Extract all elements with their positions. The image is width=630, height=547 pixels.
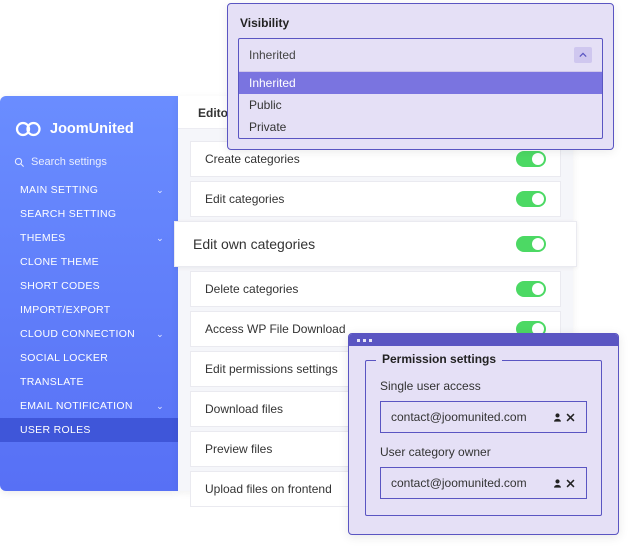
visibility-title: Visibility bbox=[238, 12, 603, 38]
single-user-value: contact@joomunited.com bbox=[391, 410, 527, 424]
owner-value: contact@joomunited.com bbox=[391, 476, 527, 490]
sidebar-item-clone-theme[interactable]: CLONE THEME bbox=[0, 250, 178, 274]
sidebar-item-label: THEMES bbox=[20, 232, 66, 244]
sidebar-item-label: CLOUD CONNECTION bbox=[20, 328, 135, 340]
visibility-option[interactable]: Inherited bbox=[239, 72, 602, 94]
permission-row: Edit own categories bbox=[174, 221, 577, 267]
sidebar-item-translate[interactable]: TRANSLATE bbox=[0, 370, 178, 394]
chevron-down-icon: ⌄ bbox=[156, 329, 164, 340]
sidebar-item-label: USER ROLES bbox=[20, 424, 91, 436]
dropdown-toggle-icon[interactable] bbox=[574, 47, 592, 63]
search-settings[interactable]: Search settings bbox=[0, 152, 178, 178]
sidebar-nav: MAIN SETTING ⌄ SEARCH SETTING THEMES ⌄ CLONE … bbox=[0, 178, 178, 442]
search-placeholder: Search settings bbox=[31, 156, 107, 168]
single-user-input[interactable]: contact@joomunited.com bbox=[380, 401, 587, 433]
permission-settings-panel: Permission settings Single user access c… bbox=[348, 333, 619, 535]
permission-label: Upload files on frontend bbox=[205, 482, 332, 496]
sidebar-item-label: MAIN SETTING bbox=[20, 184, 98, 196]
visibility-select[interactable]: Inherited InheritedPublicPrivate bbox=[238, 38, 603, 139]
permission-settings-legend: Permission settings bbox=[376, 352, 502, 366]
settings-sidebar: JoomUnited Search settings MAIN SETTING ⌄… bbox=[0, 96, 178, 491]
user-icon[interactable] bbox=[552, 412, 563, 423]
sidebar-item-cloud-connection[interactable]: CLOUD CONNECTION ⌄ bbox=[0, 322, 178, 346]
permission-toggle[interactable] bbox=[516, 191, 546, 207]
single-user-actions bbox=[552, 412, 576, 423]
sidebar-item-label: SHORT CODES bbox=[20, 280, 100, 292]
sidebar-item-email-notification[interactable]: EMAIL NOTIFICATION ⌄ bbox=[0, 394, 178, 418]
permission-label: Edit own categories bbox=[193, 236, 315, 252]
visibility-selected[interactable]: Inherited bbox=[239, 39, 602, 71]
owner-input[interactable]: contact@joomunited.com bbox=[380, 467, 587, 499]
close-icon[interactable] bbox=[565, 478, 576, 489]
permission-label: Delete categories bbox=[205, 282, 298, 296]
owner-label: User category owner bbox=[380, 445, 587, 459]
close-icon[interactable] bbox=[565, 412, 576, 423]
permission-label: Access WP File Download bbox=[205, 322, 346, 336]
owner-actions bbox=[552, 478, 576, 489]
sidebar-item-import-export[interactable]: IMPORT/EXPORT bbox=[0, 298, 178, 322]
chevron-down-icon: ⌄ bbox=[156, 233, 164, 244]
brand-text: JoomUnited bbox=[50, 121, 134, 137]
chevron-down-icon: ⌄ bbox=[156, 401, 164, 412]
sidebar-item-label: CLONE THEME bbox=[20, 256, 99, 268]
permission-row: Edit categories bbox=[190, 181, 561, 217]
sidebar-item-themes[interactable]: THEMES ⌄ bbox=[0, 226, 178, 250]
brand-icon bbox=[14, 118, 44, 140]
permission-label: Edit permissions settings bbox=[205, 362, 338, 376]
permission-label: Edit categories bbox=[205, 192, 284, 206]
sidebar-item-short-codes[interactable]: SHORT CODES bbox=[0, 274, 178, 298]
sidebar-item-label: EMAIL NOTIFICATION bbox=[20, 400, 133, 412]
sidebar-item-search-setting[interactable]: SEARCH SETTING bbox=[0, 202, 178, 226]
permission-settings-fieldset: Permission settings Single user access c… bbox=[365, 360, 602, 516]
sidebar-item-label: TRANSLATE bbox=[20, 376, 84, 388]
sidebar-item-label: SOCIAL LOCKER bbox=[20, 352, 108, 364]
sidebar-item-label: IMPORT/EXPORT bbox=[20, 304, 110, 316]
visibility-panel: Visibility Inherited InheritedPublicPriv… bbox=[227, 3, 614, 150]
sidebar-item-user-roles[interactable]: USER ROLES bbox=[0, 418, 178, 442]
user-icon[interactable] bbox=[552, 478, 563, 489]
permission-toggle[interactable] bbox=[516, 151, 546, 167]
visibility-selected-value: Inherited bbox=[249, 48, 296, 62]
visibility-options: InheritedPublicPrivate bbox=[239, 71, 602, 138]
sidebar-item-label: SEARCH SETTING bbox=[20, 208, 116, 220]
visibility-option[interactable]: Private bbox=[239, 116, 602, 138]
sidebar-item-main-setting[interactable]: MAIN SETTING ⌄ bbox=[0, 178, 178, 202]
chevron-down-icon: ⌄ bbox=[156, 185, 164, 196]
panel-titlebar[interactable] bbox=[349, 334, 618, 346]
search-icon bbox=[14, 157, 25, 168]
permission-label: Download files bbox=[205, 402, 283, 416]
brand-logo: JoomUnited bbox=[0, 108, 178, 152]
permission-row: Delete categories bbox=[190, 271, 561, 307]
visibility-option[interactable]: Public bbox=[239, 94, 602, 116]
permission-toggle[interactable] bbox=[516, 281, 546, 297]
permission-label: Create categories bbox=[205, 152, 300, 166]
single-user-label: Single user access bbox=[380, 379, 587, 393]
permission-toggle[interactable] bbox=[516, 236, 546, 252]
sidebar-item-social-locker[interactable]: SOCIAL LOCKER bbox=[0, 346, 178, 370]
permission-label: Preview files bbox=[205, 442, 272, 456]
